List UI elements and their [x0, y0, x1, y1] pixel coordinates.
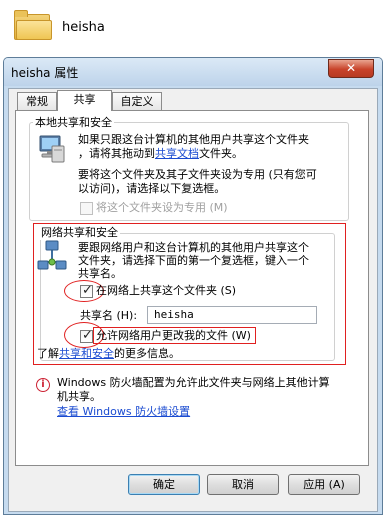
folder-icon [14, 8, 54, 42]
private-checkbox-label: 将这个文件夹设为专用 (M) [96, 201, 228, 214]
folder-name: heisha [62, 20, 105, 35]
private-checkbox[interactable] [80, 202, 93, 215]
close-icon: ✕ [345, 61, 357, 75]
computer-icon [37, 134, 65, 164]
tab-customize[interactable]: 自定义 [112, 92, 162, 110]
local-desc-line2: ，请将其拖动到共享文档文件夹。 [78, 147, 243, 160]
share-name-label: 共享名 (H): [80, 309, 138, 322]
network-desc-line3: 共享名。 [78, 267, 122, 280]
firewall-settings-link[interactable]: 查看 Windows 防火墙设置 [57, 405, 190, 419]
sharing-security-link[interactable]: 共享和安全 [59, 347, 114, 360]
network-sharing-legend: 网络共享和安全 [39, 224, 120, 240]
network-desc-line2: 文件夹，请选择下面的第一个复选框，键入一个 [78, 254, 309, 267]
local-desc-line1: 如果只跟这台计算机的其他用户共享这个文件夹 [78, 133, 309, 146]
share-name-input[interactable]: heisha [147, 306, 317, 324]
shared-documents-link[interactable]: 共享文档 [155, 147, 199, 160]
allow-change-label: 允许网络用户更改我的文件 (W) [96, 329, 251, 342]
allow-change-checkbox[interactable] [80, 328, 93, 343]
local-desc-line4: 以访问)，请选择以下复选框。 [78, 182, 226, 195]
apply-button[interactable]: 应用 (A) [288, 474, 360, 495]
firewall-text-line1: Windows 防火墙配置为允许此文件夹与网络上其他计算 [57, 376, 330, 389]
ok-button[interactable]: 确定 [128, 474, 200, 495]
network-desc-line1: 要跟网络用户和这台计算机的其他用户共享这个 [78, 241, 309, 254]
local-sharing-legend: 本地共享和安全 [33, 114, 114, 130]
window-title: heisha 属性 [11, 66, 79, 80]
shield-info-icon: i [36, 378, 50, 392]
firewall-text-line2: 机共享。 [57, 390, 101, 403]
cancel-button[interactable]: 取消 [207, 474, 279, 495]
tab-general[interactable]: 常规 [17, 92, 57, 110]
share-on-network-label: 在网络上共享这个文件夹 (S) [96, 284, 237, 297]
learn-more-text: 了解共享和安全的更多信息。 [37, 347, 180, 360]
tab-sharing[interactable]: 共享 [57, 90, 112, 111]
local-desc-line3: 要将这个文件夹及其子文件夹设为专用 (只有您可 [78, 168, 317, 181]
close-button[interactable]: ✕ [328, 59, 374, 78]
network-icon [37, 240, 67, 272]
share-on-network-checkbox[interactable] [80, 283, 93, 298]
